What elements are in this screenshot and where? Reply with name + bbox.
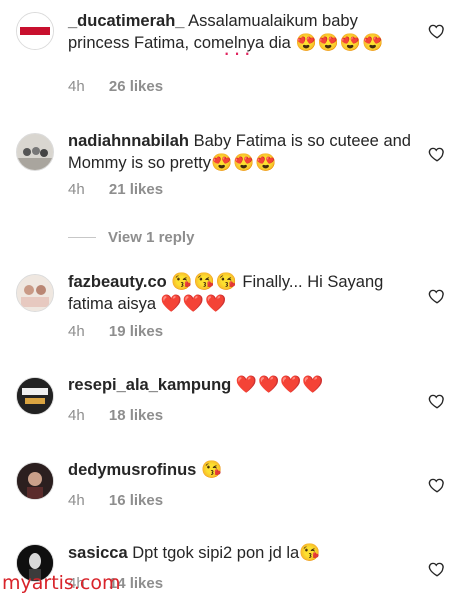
comment-time: 4h xyxy=(68,407,85,424)
like-heart-icon[interactable] xyxy=(428,287,446,305)
comment-emojis: 😘 xyxy=(299,543,322,562)
comment-text: resepi_ala_kampung ❤️❤️❤️❤️ xyxy=(68,374,413,396)
avatar-image xyxy=(17,134,53,170)
comment-likes[interactable]: 26 likes xyxy=(109,78,163,95)
comment-emojis: 😍😍😍 xyxy=(211,153,278,172)
avatar[interactable] xyxy=(16,133,54,171)
view-replies-button[interactable]: View 1 reply xyxy=(68,229,194,246)
avatar-image xyxy=(17,13,53,49)
comment-text: fazbeauty.co 😘😘😘 Finally... Hi Sayang fa… xyxy=(68,271,413,315)
comment-time: 4h xyxy=(68,181,85,198)
comment-time: 4h xyxy=(68,492,85,509)
like-heart-icon[interactable] xyxy=(428,22,446,40)
comment-username[interactable]: dedymusrofinus xyxy=(68,461,196,479)
comment-text: sasicca Dpt tgok sipi2 pon jd la😘 xyxy=(68,542,413,564)
comment-text: nadiahnnabilah Baby Fatima is so cuteee … xyxy=(68,130,413,174)
comment-emojis: ❤️❤️❤️ xyxy=(160,294,228,313)
comment-likes[interactable]: 19 likes xyxy=(109,323,163,340)
comment-username[interactable]: resepi_ala_kampung xyxy=(68,376,231,394)
comment-likes[interactable]: 18 likes xyxy=(109,407,163,424)
comment-username[interactable]: _ducatimerah_ xyxy=(68,12,184,30)
avatar[interactable] xyxy=(16,12,54,50)
comment-lead-emojis: 😘😘😘 xyxy=(171,272,238,291)
comment-meta: 4h 26 likes xyxy=(68,78,163,95)
watermark-logo: myartis.com xyxy=(2,572,121,594)
comment-username[interactable]: nadiahnnabilah xyxy=(68,132,189,150)
comment-text: dedymusrofinus 😘 xyxy=(68,459,413,481)
avatar-image xyxy=(17,378,53,414)
like-heart-icon[interactable] xyxy=(428,560,446,578)
avatar[interactable] xyxy=(16,274,54,312)
comment-time: 4h xyxy=(68,323,85,340)
avatar-image xyxy=(17,463,53,499)
like-heart-icon[interactable] xyxy=(428,145,446,163)
view-replies-label: View 1 reply xyxy=(108,229,195,246)
comment-meta: 4h 19 likes xyxy=(68,323,163,340)
comment-meta: 4h 18 likes xyxy=(68,407,163,424)
comment-body: Dpt tgok sipi2 pon jd la xyxy=(132,544,300,562)
more-dots: ··· xyxy=(223,40,254,65)
comment-emojis: ❤️❤️❤️❤️ xyxy=(235,375,325,394)
replies-divider xyxy=(68,237,96,238)
like-heart-icon[interactable] xyxy=(428,392,446,410)
comment-likes[interactable]: 21 likes xyxy=(109,181,163,198)
comment-emojis: 😘 xyxy=(200,460,224,479)
comment-emojis: 😍😍😍😍 xyxy=(295,33,385,52)
avatar[interactable] xyxy=(16,377,54,415)
comment-likes[interactable]: 16 likes xyxy=(109,492,163,509)
avatar-image xyxy=(17,275,53,311)
comment-meta: 4h 21 likes xyxy=(68,181,163,198)
comment-username[interactable]: sasicca xyxy=(68,544,128,562)
comment-username[interactable]: fazbeauty.co xyxy=(68,273,167,291)
comment-time: 4h xyxy=(68,78,85,95)
avatar[interactable] xyxy=(16,462,54,500)
comment-meta: 4h 16 likes xyxy=(68,492,163,509)
like-heart-icon[interactable] xyxy=(428,476,446,494)
